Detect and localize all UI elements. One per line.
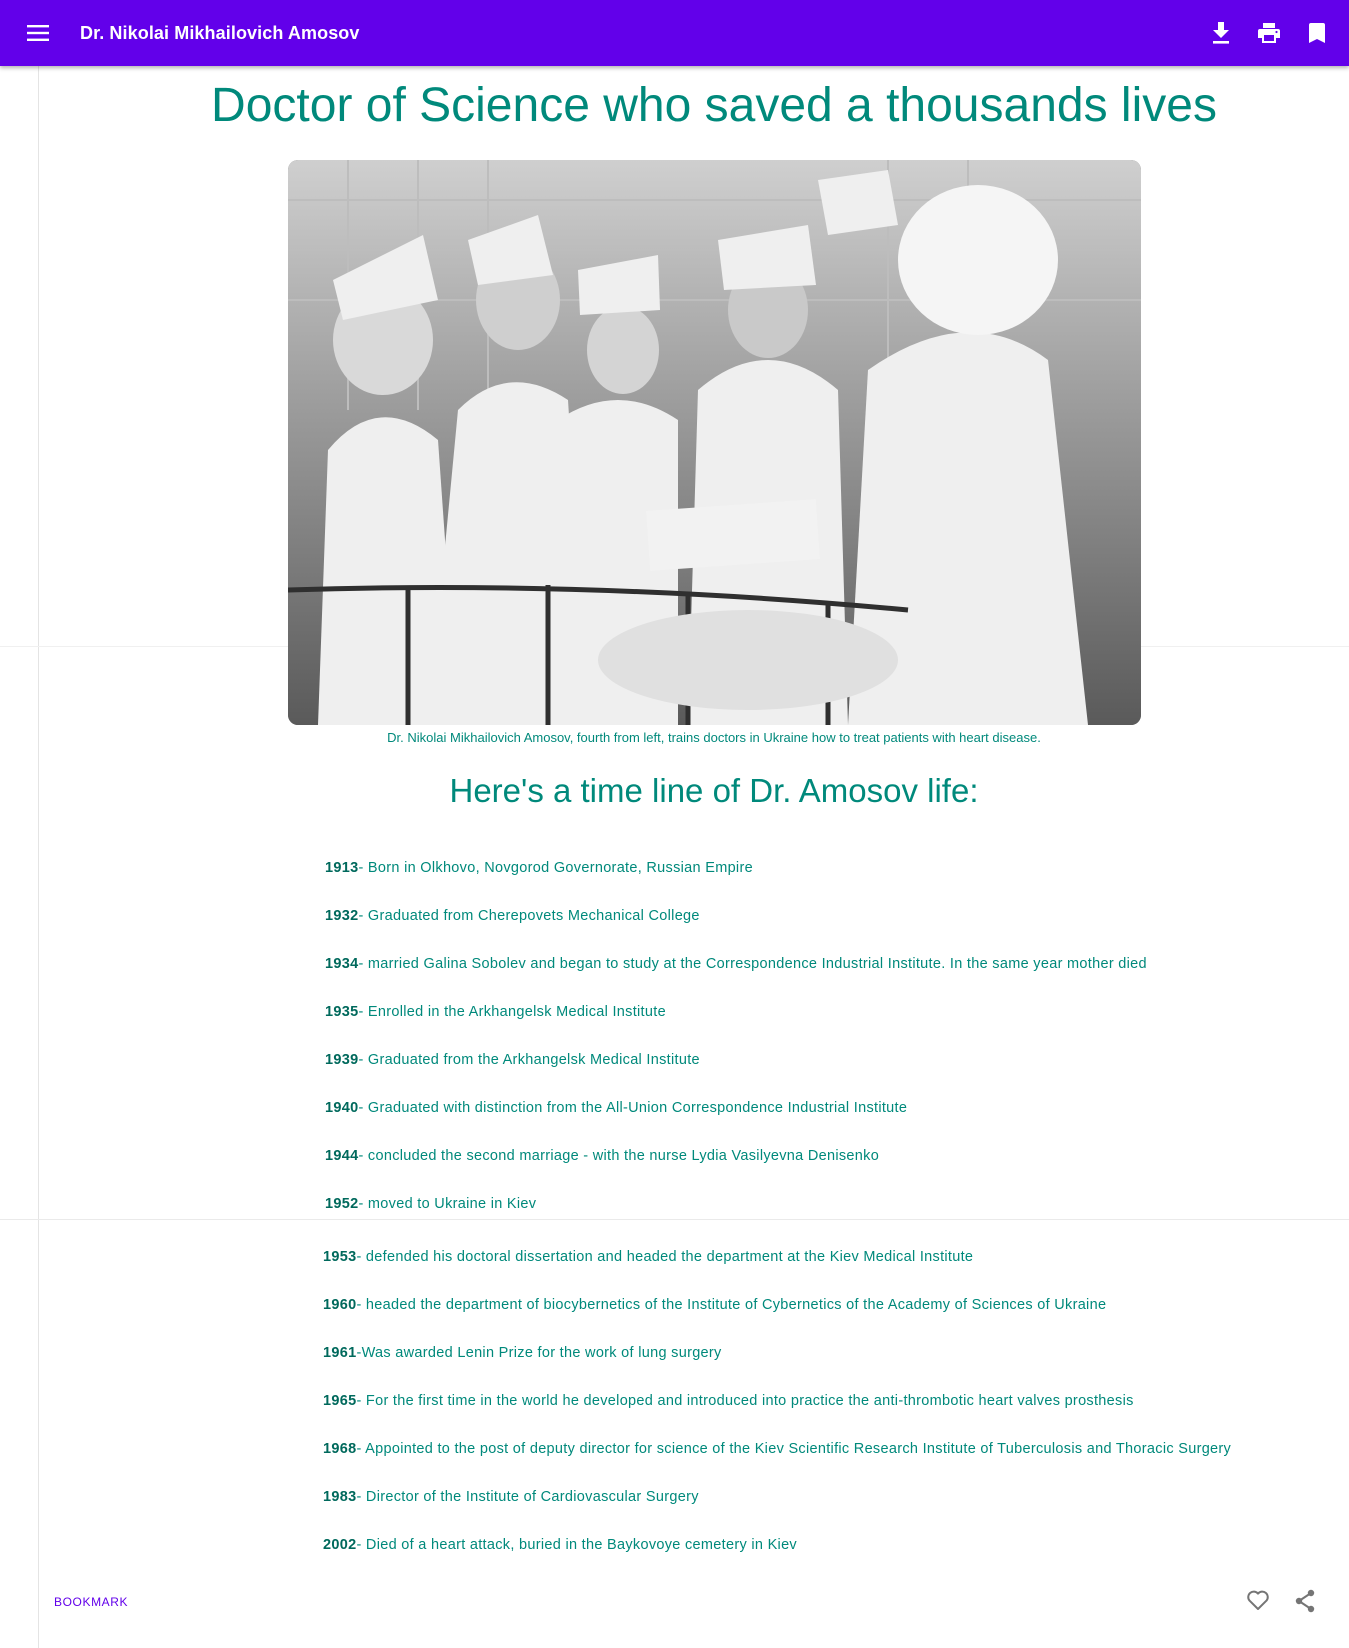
timeline-item: 2002- Died of a heart attack, buried in …: [323, 1537, 797, 1553]
timeline-heading: Here's a time line of Dr. Amosov life:: [449, 772, 979, 809]
article-headline: Doctor of Science who saved a thousands …: [211, 79, 1217, 132]
timeline-item: 1960- headed the department of biocybern…: [323, 1297, 1106, 1313]
timeline-item: 1965- For the first time in the world he…: [323, 1393, 1134, 1409]
timeline-text: - Died of a heart attack, buried in the …: [356, 1537, 797, 1553]
timeline-text: - Enrolled in the Arkhangelsk Medical In…: [358, 1004, 666, 1020]
timeline-year: 1935: [325, 1004, 359, 1020]
timeline-year: 1965: [323, 1393, 357, 1409]
timeline-item: 1961-Was awarded Lenin Prize for the wor…: [323, 1345, 722, 1361]
app-bar: Dr. Nikolai Mikhailovich Amosov: [0, 0, 1349, 66]
timeline-item: 1944- concluded the second marriage - wi…: [325, 1148, 879, 1164]
timeline-item: 1940- Graduated with distinction from th…: [325, 1100, 907, 1116]
timeline-text: - concluded the second marriage - with t…: [358, 1148, 880, 1164]
timeline-text: - moved to Ukraine in Kiev: [358, 1196, 537, 1212]
divider: [0, 1219, 1349, 1220]
timeline-year: 1960: [323, 1297, 357, 1313]
timeline-year: 1939: [325, 1052, 359, 1068]
timeline-year: 1983: [323, 1489, 357, 1505]
timeline-item: 1932- Graduated from Cherepovets Mechani…: [325, 908, 700, 924]
timeline-item: 1952- moved to Ukraine in Kiev: [325, 1196, 536, 1212]
timeline-item: 1968- Appointed to the post of deputy di…: [323, 1441, 1231, 1457]
timeline-year: 2002: [323, 1537, 357, 1553]
timeline-year: 1968: [323, 1441, 357, 1457]
timeline-text: - Appointed to the post of deputy direct…: [356, 1441, 1232, 1457]
timeline-text: - Graduated from Cherepovets Mechanical …: [358, 908, 700, 924]
timeline-year: 1913: [325, 860, 359, 876]
heart-icon[interactable]: [1246, 1589, 1274, 1617]
bookmark-icon[interactable]: [1303, 19, 1331, 47]
timeline-text: - married Galina Sobolev and began to st…: [358, 956, 1147, 972]
timeline-text: - For the first time in the world he dev…: [356, 1393, 1134, 1409]
download-icon[interactable]: [1207, 19, 1235, 47]
print-icon[interactable]: [1255, 19, 1283, 47]
article-photo: [288, 160, 1141, 725]
timeline-item: 1934- married Galina Sobolev and began t…: [325, 956, 1147, 972]
timeline-item: 1939- Graduated from the Arkhangelsk Med…: [325, 1052, 700, 1068]
timeline-year: 1953: [323, 1249, 357, 1265]
timeline-item: 1935- Enrolled in the Arkhangelsk Medica…: [325, 1004, 666, 1020]
menu-icon[interactable]: [20, 15, 56, 51]
timeline-year: 1934: [325, 956, 359, 972]
timeline-item: 1983- Director of the Institute of Cardi…: [323, 1489, 699, 1505]
timeline-text: - Graduated from the Arkhangelsk Medical…: [358, 1052, 700, 1068]
timeline-text: - Born in Olkhovo, Novgorod Governorate,…: [358, 860, 753, 876]
timeline-text: -Was awarded Lenin Prize for the work of…: [356, 1345, 722, 1361]
timeline-year: 1944: [325, 1148, 359, 1164]
timeline-year: 1961: [323, 1345, 357, 1361]
card-actions: BOOKMARK: [0, 1585, 1349, 1625]
share-icon[interactable]: [1294, 1589, 1322, 1617]
timeline-year: 1952: [325, 1196, 359, 1212]
timeline-text: - Director of the Institute of Cardiovas…: [356, 1489, 699, 1505]
timeline-item: 1913- Born in Olkhovo, Novgorod Governor…: [325, 860, 753, 876]
timeline-text: - defended his doctoral dissertation and…: [356, 1249, 974, 1265]
appbar-actions: [1207, 19, 1331, 47]
timeline-text: - headed the department of biocybernetic…: [356, 1297, 1107, 1313]
timeline-text: - Graduated with distinction from the Al…: [358, 1100, 908, 1116]
timeline-year: 1940: [325, 1100, 359, 1116]
photo-caption: Dr. Nikolai Mikhailovich Amosov, fourth …: [387, 730, 1041, 745]
timeline-year: 1932: [325, 908, 359, 924]
app-title: Dr. Nikolai Mikhailovich Amosov: [80, 22, 360, 43]
bookmark-button[interactable]: BOOKMARK: [54, 1595, 128, 1609]
photo-illustration: [288, 160, 1141, 725]
timeline-item: 1953- defended his doctoral dissertation…: [323, 1249, 973, 1265]
